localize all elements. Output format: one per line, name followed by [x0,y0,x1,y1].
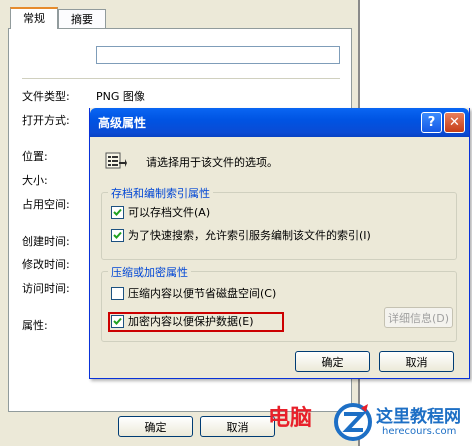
compress-option-label: 压缩内容以便节省磁盘空间(C) [128,287,277,300]
site-url: herecours.com [382,426,457,437]
file-type-label: 文件类型: [22,90,70,103]
index-checkbox[interactable] [111,229,124,242]
site-name: 这里教程网 [376,407,461,427]
separator [22,78,340,79]
help-button[interactable]: ? [421,112,442,133]
tab-general[interactable]: 常规 [10,7,58,29]
close-button[interactable]: ✕ [444,112,465,133]
tab-summary[interactable]: 摘要 [58,9,106,28]
compress-group-title: 压缩或加密属性 [108,264,191,280]
location-label: 位置: [22,150,48,163]
file-type-value: PNG 图像 [96,90,145,103]
details-button[interactable]: 详细信息(D) [384,307,453,328]
encrypt-option-label: 加密内容以便保护数据(E) [128,315,254,328]
compress-encrypt-group: 压缩或加密属性 压缩内容以便节省磁盘空间(C) 加密内容以便保护数据(E) 详细… [101,264,457,342]
archive-group-title: 存档和编制索引属性 [108,185,213,201]
properties-ok-button[interactable]: 确定 [118,416,193,437]
attributes-label: 属性: [22,319,48,332]
properties-cancel-button[interactable]: 取消 [200,416,275,437]
intro-text: 请选择用于该文件的选项。 [146,156,278,169]
size-on-disk-label: 占用空间: [22,198,70,211]
compress-checkbox[interactable] [111,287,124,300]
dialog-title: 高级属性 [98,116,147,130]
site-logo-icon [334,402,372,442]
watermark-text: 电脑 [268,406,313,431]
dialog-titlebar[interactable]: 高级属性 ? ✕ [90,108,469,137]
dialog-ok-button[interactable]: 确定 [295,351,370,372]
filename-input[interactable] [96,46,340,64]
file-icon [22,38,52,70]
options-list-icon [105,151,127,171]
encrypt-checkbox[interactable] [111,315,124,328]
dialog-cancel-button[interactable]: 取消 [379,351,454,372]
modified-label: 修改时间: [22,258,70,271]
archive-checkbox[interactable] [111,206,124,219]
advanced-attributes-dialog: 高级属性 ? ✕ 请选择用于该文件的选项。 存档和编制索引属性 可以存档文件(A… [89,108,470,379]
dialog-body: 请选择用于该文件的选项。 存档和编制索引属性 可以存档文件(A) 为了快速搜索，… [90,137,469,378]
archive-index-group: 存档和编制索引属性 可以存档文件(A) 为了快速搜索，允许索引服务编制该文件的索… [101,185,457,260]
size-label: 大小: [22,174,48,187]
accessed-label: 访问时间: [22,282,70,295]
created-label: 创建时间: [22,235,70,248]
index-option-label: 为了快速搜索，允许索引服务编制该文件的索引(I) [128,229,371,242]
archive-option-label: 可以存档文件(A) [128,206,211,219]
open-with-label: 打开方式: [22,114,70,127]
